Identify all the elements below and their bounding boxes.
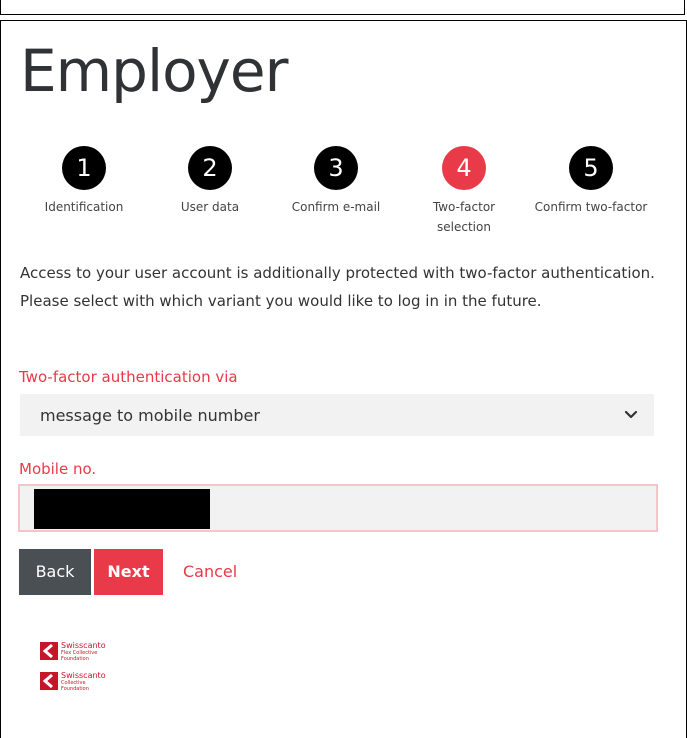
step-3-label: Confirm e-mail xyxy=(291,200,381,214)
step-4: 4 Two-factor selection xyxy=(404,146,524,237)
mobile-number-field[interactable] xyxy=(18,484,658,532)
swisscanto-collective-logo: Swisscanto Collective Foundation xyxy=(40,672,106,692)
swisscanto-flex-logo: Swisscanto Flex Collective Foundation xyxy=(40,642,106,662)
step-3-number: 3 xyxy=(314,146,358,190)
logo-2-name: Swisscanto xyxy=(61,671,106,680)
intro-text: Access to your user account is additiona… xyxy=(20,264,655,310)
step-4-number: 4 xyxy=(442,146,486,190)
next-button[interactable]: Next xyxy=(94,549,163,595)
method-label: Two-factor authentication via xyxy=(19,368,238,386)
mobile-label: Mobile no. xyxy=(19,460,97,478)
progress-steps: 1 Identification 2 User data 3 Confirm e… xyxy=(14,146,674,241)
logo-2-sub2: Foundation xyxy=(61,686,89,692)
step-2-number: 2 xyxy=(188,146,232,190)
page-title: Employer xyxy=(20,37,288,105)
step-1-label: Identification xyxy=(44,200,124,214)
swisscanto-logo-icon xyxy=(40,672,58,690)
top-window-edge xyxy=(0,0,685,15)
step-3: 3 Confirm e-mail xyxy=(276,146,396,217)
logo-1-sub2: Foundation xyxy=(61,656,89,662)
redacted-mobile-number xyxy=(34,489,210,529)
step-1: 1 Identification xyxy=(24,146,144,217)
method-select-value: message to mobile number xyxy=(40,405,260,425)
swisscanto-logo-icon xyxy=(40,642,58,660)
step-2: 2 User data xyxy=(150,146,270,217)
chevron-down-icon xyxy=(624,410,638,419)
cancel-link[interactable]: Cancel xyxy=(183,549,237,595)
step-2-label: User data xyxy=(180,200,240,214)
method-select[interactable]: message to mobile number xyxy=(20,394,654,436)
step-5-number: 5 xyxy=(569,146,613,190)
step-5-label: Confirm two-factor xyxy=(534,200,648,214)
logo-1-name: Swisscanto xyxy=(61,641,106,650)
step-5: 5 Confirm two-factor xyxy=(521,146,661,217)
back-button[interactable]: Back xyxy=(19,549,91,595)
step-4-label: Two-factor selection xyxy=(432,200,496,234)
step-1-number: 1 xyxy=(62,146,106,190)
